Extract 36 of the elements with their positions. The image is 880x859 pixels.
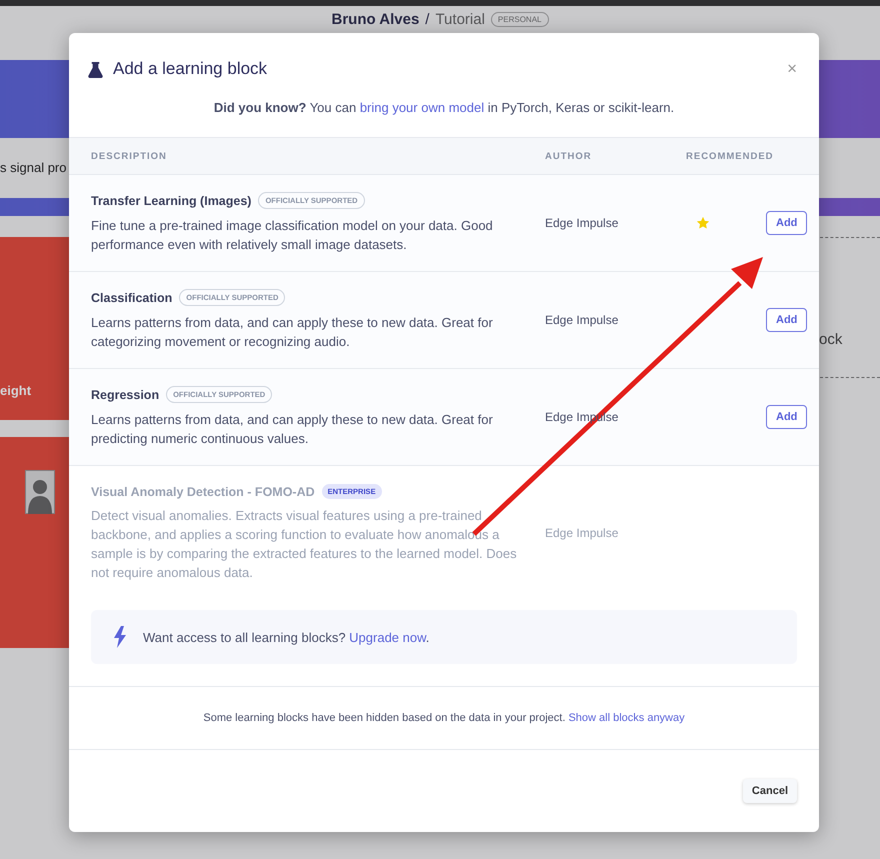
breadcrumb-separator: / [425, 11, 430, 28]
author-text: Edge Impulse [545, 216, 620, 230]
column-header: RECOMMENDED [686, 150, 774, 162]
tip-link[interactable]: bring your own model [360, 100, 484, 115]
add-button[interactable]: Add [766, 308, 808, 332]
breadcrumb-owner[interactable]: Bruno Alves [331, 11, 420, 28]
upgrade-link[interactable]: Upgrade now [349, 630, 426, 644]
project-badge: PERSONAL [490, 12, 548, 27]
block-name: Classification [91, 290, 172, 304]
add-button[interactable]: Add [766, 405, 808, 429]
author-text: Edge Impulse [545, 313, 620, 327]
add-button[interactable]: Add [766, 211, 808, 235]
close-button[interactable]: × [787, 59, 797, 79]
block-description: Learns patterns from data, and can apply these to new data. Great for predicting numeric continuous values. [91, 411, 494, 448]
block-name: Visual Anomaly Detection - FOMO-AD [91, 484, 315, 498]
block-description: Fine tune a pre-trained image classification model on your data. Good performance even with relatively small image datasets. [91, 217, 494, 254]
block-name: Regression [91, 388, 160, 402]
show-all-link[interactable]: Show all blocks anyway [568, 712, 685, 724]
column-header: AUTHOR [545, 150, 593, 162]
placeholder-label: ock [819, 331, 842, 348]
block-description: Detect visual anomalies. Extracts visual features using a pre-trained backbone, and applies a scoring function to evaluate how anomalous a sample is by comparing the extracted features to the learned model. Does not require anomalous data. [91, 507, 518, 582]
block-name: Transfer Learning (Images) [91, 194, 252, 208]
hidden-blocks-note: Some learning blocks have been hidden based on the data in your project. Show all blocks anyway [203, 712, 685, 724]
avatar-icon [25, 470, 55, 514]
author-text: Edge Impulse [545, 526, 620, 540]
modal-title: Add a learning block [113, 59, 268, 79]
caption-text: s signal pro [0, 160, 66, 175]
block-description: Learns patterns from data, and can apply these to new data. Great for categorizing movement or recognizing audio. [91, 314, 494, 351]
column-header: DESCRIPTION [90, 150, 168, 162]
cancel-button[interactable]: Cancel [742, 779, 797, 803]
breadcrumb-project[interactable]: Tutorial [435, 11, 485, 28]
lightning-icon [113, 626, 127, 648]
flask-icon [88, 60, 103, 78]
upgrade-text: Want access to all learning blocks? Upgrade now. [143, 630, 430, 644]
card-label: eight [0, 383, 32, 398]
tip-text: Did you know? You can bring your own model in PyTorch, Keras or scikit-learn. [212, 99, 676, 117]
